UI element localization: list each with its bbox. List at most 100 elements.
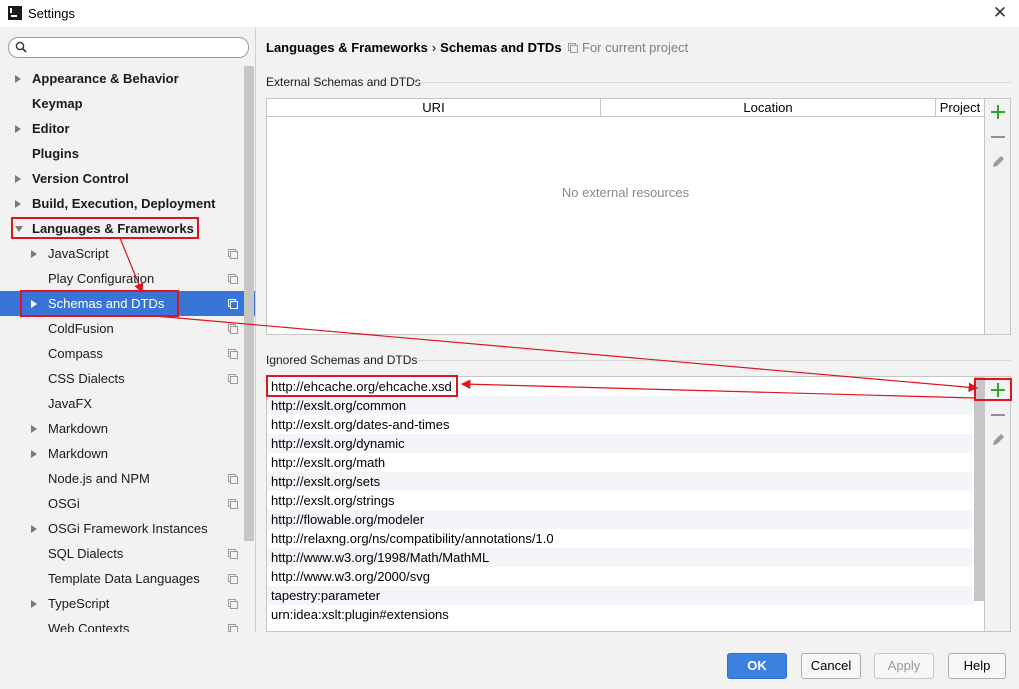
sidebar-item-label: ColdFusion <box>48 321 114 336</box>
sidebar-item-javascript[interactable]: JavaScript <box>0 241 255 266</box>
annotation-box-add <box>974 378 1012 401</box>
ignored-list-item[interactable]: tapestry:parameter <box>267 586 973 605</box>
help-button[interactable]: Help <box>948 653 1006 679</box>
sidebar-item-keymap[interactable]: Keymap <box>0 91 255 116</box>
remove-external-button[interactable] <box>989 128 1007 146</box>
ignored-list-item[interactable]: urn:idea:xslt:plugin#extensions <box>267 605 973 624</box>
ignored-schemas-list[interactable]: urn:idea:xslt:plugin#extensions tapestry:… <box>266 376 985 632</box>
sidebar-item-typescript[interactable]: TypeScript <box>0 591 255 616</box>
sidebar-item-css-dialects[interactable]: CSS Dialects <box>0 366 255 391</box>
sidebar-item-sql-dialects[interactable]: SQL Dialects <box>0 541 255 566</box>
sidebar-item-label: Appearance & Behavior <box>32 71 179 86</box>
column-project[interactable]: Project <box>935 99 984 116</box>
ignored-list-item[interactable]: http://flowable.org/modeler <box>267 510 973 529</box>
project-scope-icon <box>228 374 238 384</box>
collapsed-arrow-icon[interactable] <box>31 450 37 458</box>
ignored-list-item[interactable]: http://exslt.org/math <box>267 453 973 472</box>
sidebar-item-osgi-framework-instances[interactable]: OSGi Framework Instances <box>0 516 255 541</box>
project-scope-icon <box>228 349 238 359</box>
sidebar-item-label: Play Configuration <box>48 271 155 286</box>
sidebar-item-label: OSGi Framework Instances <box>48 521 208 536</box>
ignored-list-item[interactable]: http://exslt.org/dynamic <box>267 434 973 453</box>
sidebar-item-label: JavaScript <box>48 246 109 261</box>
sidebar-scrollbar[interactable] <box>244 66 254 541</box>
collapsed-arrow-icon[interactable] <box>15 175 21 183</box>
sidebar-item-build-execution-deployment[interactable]: Build, Execution, Deployment <box>0 191 255 216</box>
sidebar-item-javafx[interactable]: JavaFX <box>0 391 255 416</box>
sidebar-item-label: Compass <box>48 346 103 361</box>
project-scope-icon <box>228 574 238 584</box>
ignored-list-item[interactable]: http://exslt.org/sets <box>267 472 973 491</box>
project-scope-icon <box>228 299 238 309</box>
collapsed-arrow-icon[interactable] <box>31 250 37 258</box>
ignored-list-item[interactable]: http://exslt.org/common <box>267 396 973 415</box>
sidebar-item-coldfusion[interactable]: ColdFusion <box>0 316 255 341</box>
ignored-list-item[interactable]: http://exslt.org/strings <box>267 491 973 510</box>
sidebar-item-compass[interactable]: Compass <box>0 341 255 366</box>
collapsed-arrow-icon[interactable] <box>15 200 21 208</box>
sidebar-item-template-data-languages[interactable]: Template Data Languages <box>0 566 255 591</box>
project-scope-icon <box>228 624 238 632</box>
ok-button[interactable]: OK <box>727 653 787 679</box>
remove-ignored-button[interactable] <box>989 406 1007 424</box>
apply-button[interactable]: Apply <box>874 653 934 679</box>
intellij-app-icon <box>8 6 22 20</box>
sidebar-item-plugins[interactable]: Plugins <box>0 141 255 166</box>
sidebar-item-label: Markdown <box>48 446 108 461</box>
search-icon <box>15 41 27 53</box>
sidebar-item-appearance-behavior[interactable]: Appearance & Behavior <box>0 66 255 91</box>
empty-state-message: No external resources <box>561 185 690 200</box>
ignored-list-item[interactable]: http://exslt.org/dates-and-times <box>267 415 973 434</box>
sidebar-item-node-js-and-npm[interactable]: Node.js and NPM <box>0 466 255 491</box>
ignored-list-scrollbar[interactable] <box>974 377 984 601</box>
project-scope-icon <box>228 249 238 259</box>
close-icon[interactable]: ✕ <box>989 3 1011 23</box>
sidebar-item-version-control[interactable]: Version Control <box>0 166 255 191</box>
project-scope-icon <box>228 549 238 559</box>
collapsed-arrow-icon[interactable] <box>31 425 37 433</box>
dialog-footer: OK Cancel Apply Help <box>0 632 1019 689</box>
sidebar-item-editor[interactable]: Editor <box>0 116 255 141</box>
sidebar-item-label: CSS Dialects <box>48 371 125 386</box>
annotation-box-ehcache <box>266 375 458 397</box>
collapsed-arrow-icon[interactable] <box>15 125 21 133</box>
sidebar-item-osgi[interactable]: OSGi <box>0 491 255 516</box>
edit-ignored-icon[interactable] <box>989 431 1007 449</box>
sidebar-item-markdown[interactable]: Markdown <box>0 416 255 441</box>
window-title: Settings <box>28 6 75 21</box>
external-group-divider <box>416 82 1011 83</box>
annotation-box-languages <box>11 217 199 239</box>
ignored-list-item[interactable]: http://www.w3.org/2000/svg <box>267 567 973 586</box>
project-scope-icon <box>228 324 238 334</box>
column-uri[interactable]: URI <box>267 99 600 116</box>
project-scope-text: For current project <box>582 40 689 55</box>
sidebar-item-play-configuration[interactable]: Play Configuration <box>0 266 255 291</box>
sidebar-item-label: OSGi <box>48 496 80 511</box>
sidebar-item-web-contexts[interactable]: Web Contexts <box>0 616 255 632</box>
external-toolbar <box>985 98 1011 335</box>
main-panel: Languages & Frameworks › Schemas and DTDs … <box>256 27 1019 632</box>
sidebar-item-label: Editor <box>32 121 70 136</box>
add-external-button[interactable] <box>989 103 1007 121</box>
ignored-list-item[interactable]: http://www.w3.org/1998/Math/MathML <box>267 548 973 567</box>
project-scope-icon <box>228 599 238 609</box>
external-group-label: External Schemas and DTDs <box>266 75 421 89</box>
collapsed-arrow-icon[interactable] <box>31 525 37 533</box>
project-scope-icon <box>228 499 238 509</box>
ignored-group-label: Ignored Schemas and DTDs <box>266 353 418 367</box>
ignored-list-item[interactable]: http://relaxng.org/ns/compatibility/anno… <box>267 529 973 548</box>
breadcrumb: Languages & Frameworks › Schemas and DTDs <box>266 40 562 55</box>
project-scope-note: For current project <box>568 40 688 55</box>
search-input[interactable] <box>8 37 249 58</box>
settings-sidebar: Appearance & Behavior Keymap Editor Plugins… <box>0 27 256 632</box>
external-schemas-table[interactable]: URI Location Project No external resourc… <box>266 98 985 335</box>
sidebar-item-markdown[interactable]: Markdown <box>0 441 255 466</box>
cancel-button[interactable]: Cancel <box>801 653 861 679</box>
settings-tree: Appearance & Behavior Keymap Editor Plugins… <box>0 66 255 632</box>
collapsed-arrow-icon[interactable] <box>15 75 21 83</box>
collapsed-arrow-icon[interactable] <box>31 600 37 608</box>
column-location[interactable]: Location <box>600 99 935 116</box>
edit-external-icon[interactable] <box>989 153 1007 171</box>
sidebar-item-label: Template Data Languages <box>48 571 200 586</box>
breadcrumb-languages-frameworks[interactable]: Languages & Frameworks <box>266 40 428 55</box>
